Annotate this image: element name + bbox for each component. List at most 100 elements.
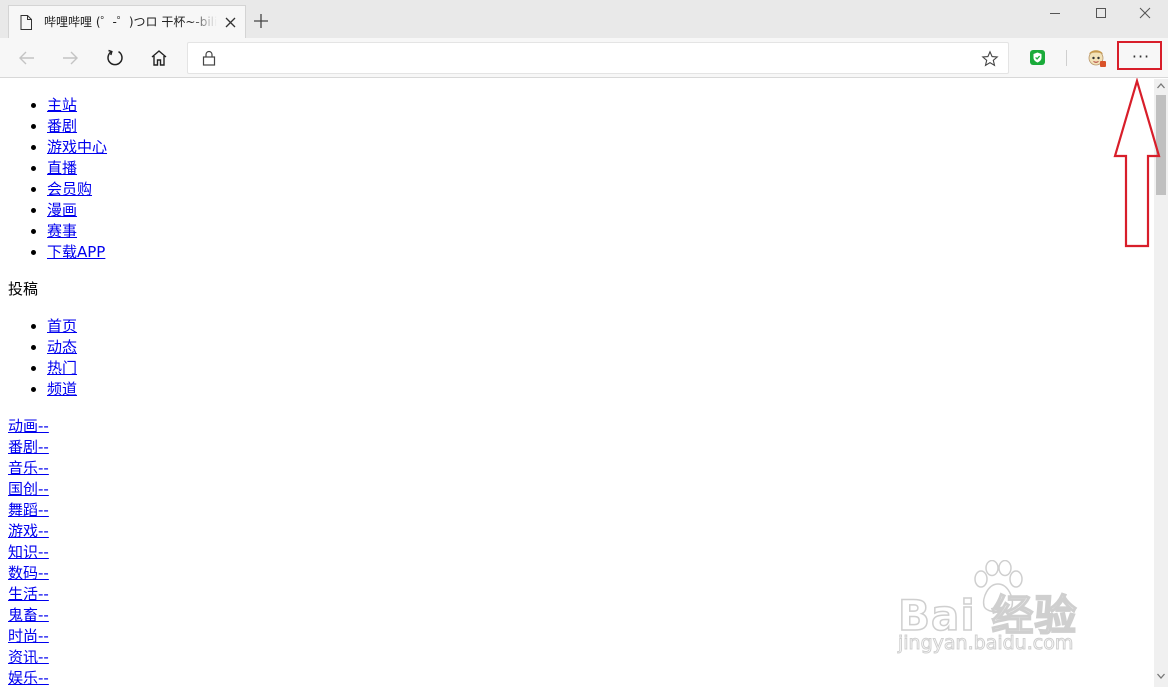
category-item: 动画--	[8, 416, 308, 437]
top-nav-link[interactable]: 下载APP	[47, 243, 105, 261]
sub-nav-link[interactable]: 热门	[47, 359, 77, 377]
category-link[interactable]: 舞蹈--	[8, 501, 49, 519]
category-link[interactable]: 数码--	[8, 564, 49, 582]
top-nav-link[interactable]: 直播	[47, 159, 77, 177]
category-separator: --	[38, 543, 49, 561]
page-content: 主站 番剧 游戏中心 直播 会员购 漫画 赛事 下载APP 投稿 首页 动态 热…	[0, 79, 1154, 687]
browser-tab[interactable]: 哔哩哔哩 (゜-゜)つロ 干杯~-bilibili	[8, 5, 246, 38]
lock-icon	[202, 50, 216, 66]
toolbar-divider	[1066, 50, 1067, 66]
category-link[interactable]: 鬼畜--	[8, 606, 49, 624]
sub-nav-item: 动态	[47, 337, 447, 358]
category-item: 数码--	[8, 563, 308, 584]
top-nav-link[interactable]: 游戏中心	[47, 138, 107, 156]
sub-nav-item: 首页	[47, 316, 447, 337]
reload-button[interactable]	[103, 46, 127, 70]
top-nav-link[interactable]: 主站	[47, 96, 77, 114]
category-link[interactable]: 游戏--	[8, 522, 49, 540]
category-name: 数码	[8, 564, 39, 582]
arrow-left-icon	[19, 51, 34, 65]
category-link[interactable]: 国创--	[8, 480, 49, 498]
category-link[interactable]: 娱乐--	[8, 669, 49, 687]
category-link[interactable]: 动画--	[8, 417, 49, 435]
scrollbar-thumb[interactable]	[1156, 95, 1166, 195]
plus-icon[interactable]	[252, 12, 270, 30]
tab-strip: 哔哩哔哩 (゜-゜)つロ 干杯~-bilibili	[0, 0, 1168, 38]
category-name: 知识	[8, 543, 39, 561]
sub-nav-link[interactable]: 频道	[47, 380, 77, 398]
page-icon	[20, 15, 32, 30]
category-separator: --	[38, 438, 49, 456]
category-separator: --	[38, 564, 49, 582]
category-link[interactable]: 时尚--	[8, 627, 49, 645]
more-horizontal-icon: ···	[1131, 47, 1151, 66]
category-separator: --	[38, 627, 49, 645]
home-button[interactable]	[147, 46, 171, 70]
top-nav-item: 主站	[47, 95, 447, 116]
contribute-label: 投稿	[8, 280, 39, 298]
vertical-scrollbar[interactable]	[1154, 79, 1168, 687]
top-nav-item: 下载APP	[47, 242, 447, 263]
sub-nav-link[interactable]: 动态	[47, 338, 77, 356]
window-close-button[interactable]	[1122, 0, 1168, 28]
sub-nav-list: 首页 动态 热门 频道	[0, 316, 447, 400]
reload-icon	[107, 49, 123, 66]
top-nav-item: 赛事	[47, 221, 447, 242]
sub-nav-item: 频道	[47, 379, 447, 400]
category-link[interactable]: 番剧--	[8, 438, 49, 456]
sub-nav-link[interactable]: 首页	[47, 317, 77, 335]
category-name: 动画	[8, 417, 39, 435]
category-separator: --	[38, 480, 49, 498]
category-item: 鬼畜--	[8, 605, 308, 626]
category-item: 音乐--	[8, 458, 308, 479]
category-separator: --	[38, 606, 49, 624]
forward-button[interactable]	[58, 46, 82, 70]
top-nav-list: 主站 番剧 游戏中心 直播 会员购 漫画 赛事 下载APP	[0, 95, 447, 263]
arrow-right-icon	[63, 51, 78, 65]
top-nav-link[interactable]: 番剧	[47, 117, 77, 135]
address-bar[interactable]	[187, 42, 1009, 74]
category-name: 生活	[8, 585, 39, 603]
category-separator: --	[38, 459, 49, 477]
avatar-icon[interactable]	[1084, 46, 1108, 70]
category-name: 国创	[8, 480, 39, 498]
scroll-down-arrow-icon[interactable]	[1154, 669, 1168, 683]
tab-title: 哔哩哔哩 (゜-゜)つロ 干杯~-bilibili	[44, 15, 217, 29]
category-name: 番剧	[8, 438, 39, 456]
top-nav-link[interactable]: 会员购	[47, 180, 92, 198]
close-icon[interactable]	[224, 16, 237, 29]
category-separator: --	[38, 522, 49, 540]
star-icon[interactable]	[981, 50, 999, 68]
category-link[interactable]: 资讯--	[8, 648, 49, 666]
category-item: 舞蹈--	[8, 500, 308, 521]
category-separator: --	[38, 501, 49, 519]
category-item: 番剧--	[8, 437, 308, 458]
category-name: 舞蹈	[8, 501, 39, 519]
category-name: 时尚	[8, 627, 39, 645]
home-icon	[151, 50, 167, 66]
category-item: 资讯--	[8, 647, 308, 668]
category-link[interactable]: 知识--	[8, 543, 49, 561]
navigation-bar: ···	[0, 38, 1168, 78]
category-name: 资讯	[8, 648, 39, 666]
category-item: 游戏--	[8, 521, 308, 542]
category-link[interactable]: 生活--	[8, 585, 49, 603]
top-nav-link[interactable]: 赛事	[47, 222, 77, 240]
category-separator: --	[38, 669, 49, 687]
top-nav-item: 游戏中心	[47, 137, 447, 158]
maximize-icon	[1096, 8, 1106, 18]
category-separator: --	[38, 417, 49, 435]
back-button[interactable]	[15, 46, 39, 70]
scroll-up-arrow-icon[interactable]	[1154, 79, 1168, 93]
category-link[interactable]: 音乐--	[8, 459, 49, 477]
maximize-button[interactable]	[1078, 0, 1124, 28]
shield-check-icon[interactable]	[1029, 49, 1046, 66]
top-nav-item: 番剧	[47, 116, 447, 137]
minimize-button[interactable]	[1032, 0, 1078, 28]
top-nav-item: 直播	[47, 158, 447, 179]
more-button[interactable]: ···	[1121, 44, 1161, 72]
top-nav-link[interactable]: 漫画	[47, 201, 77, 219]
address-input[interactable]	[228, 48, 972, 70]
category-name: 娱乐	[8, 669, 39, 687]
category-item: 时尚--	[8, 626, 308, 647]
